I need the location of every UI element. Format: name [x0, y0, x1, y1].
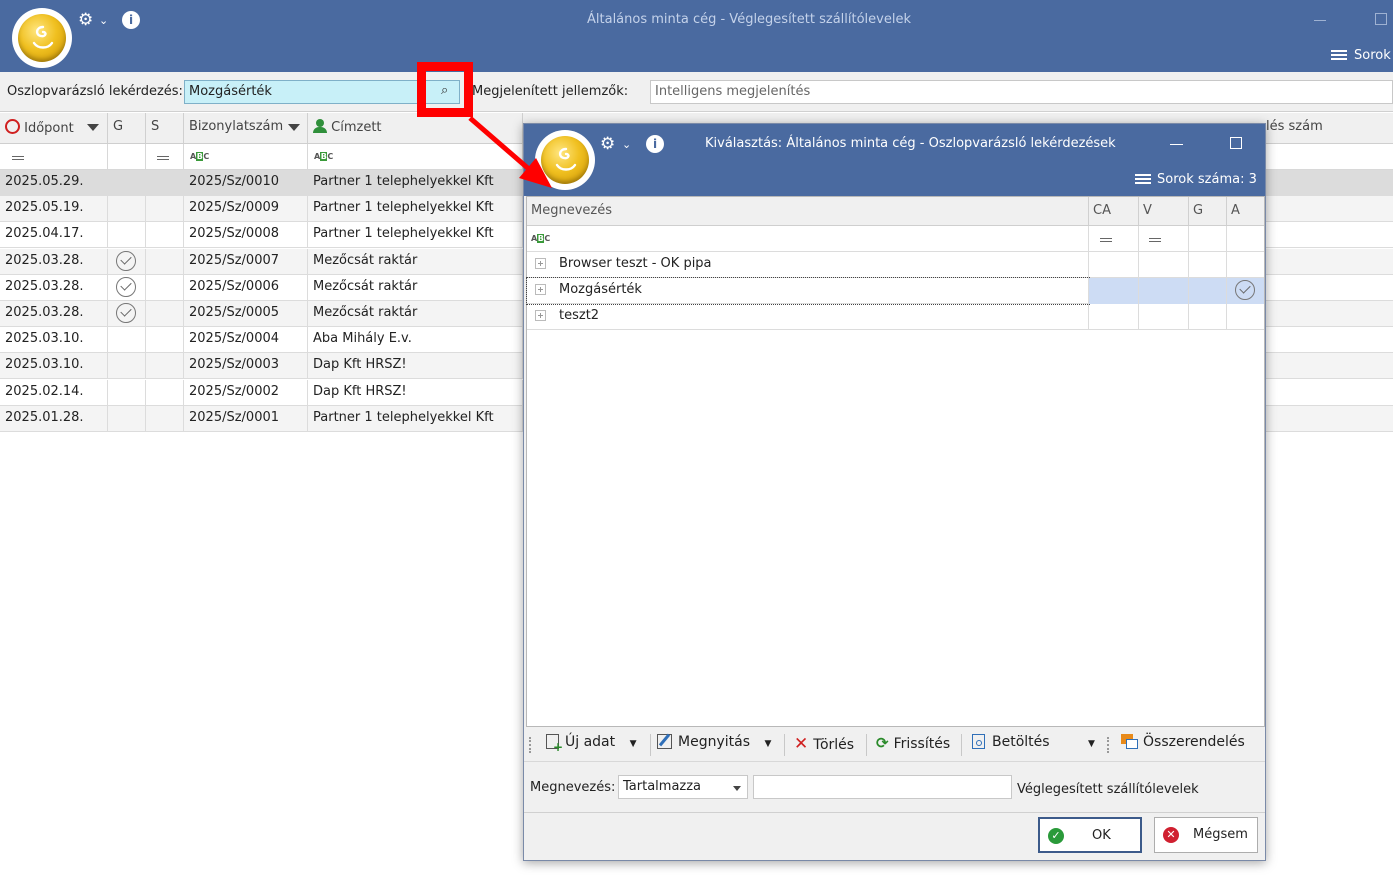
annotation-arrow	[468, 116, 552, 188]
